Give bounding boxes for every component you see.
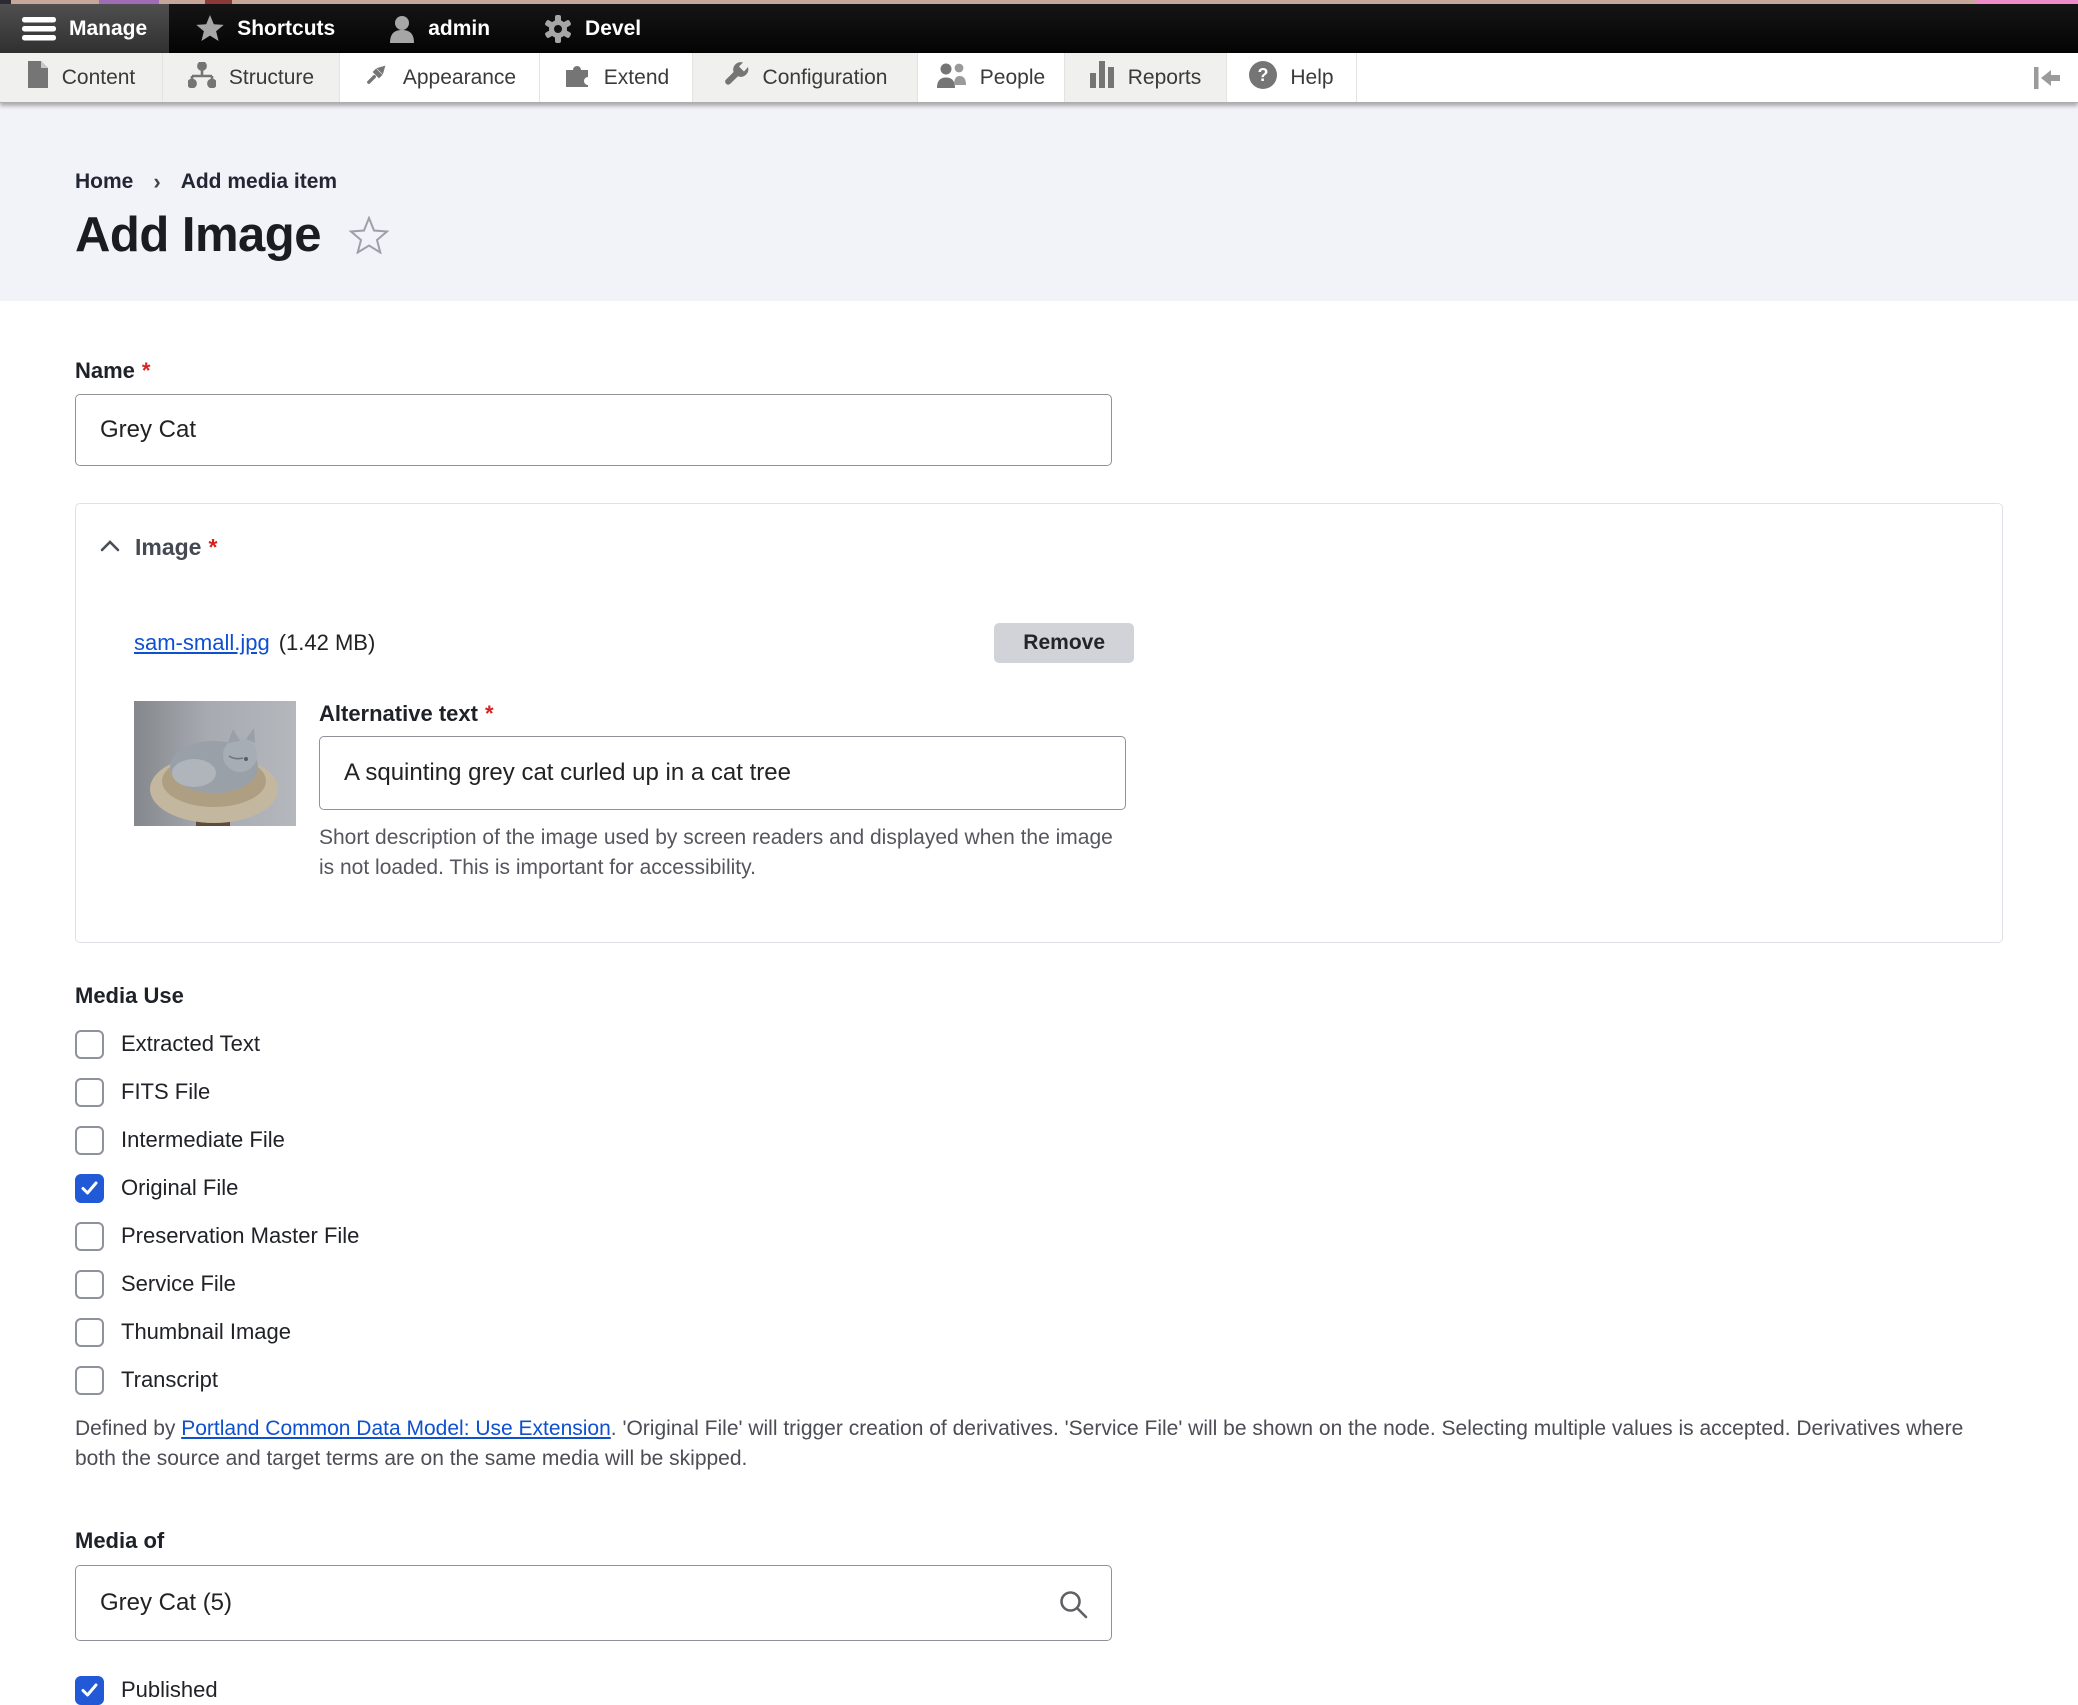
media-of-section: Media of — [75, 1528, 2003, 1641]
star-outline-icon[interactable] — [348, 216, 389, 254]
media-use-section: Media Use Extracted Text FITS File Inter… — [75, 983, 2003, 1474]
menu-tab-label: Appearance — [402, 65, 517, 89]
checkbox-label: Original File — [121, 1175, 239, 1201]
toolbar-item-label: Manage — [69, 16, 148, 40]
media-use-option-service-file[interactable]: Service File — [75, 1269, 2003, 1299]
checkbox[interactable] — [75, 1029, 104, 1059]
gear-icon — [544, 14, 572, 43]
media-thumbnail — [134, 701, 296, 826]
bar-chart-icon — [1089, 61, 1115, 94]
alt-text-input[interactable] — [319, 736, 1126, 810]
menu-tab-label: Extend — [603, 65, 670, 89]
checkbox[interactable] — [75, 1125, 104, 1155]
checkbox-label: Thumbnail Image — [121, 1319, 291, 1345]
description-text: Defined by — [75, 1416, 182, 1440]
menu-tab-label: Structure — [228, 65, 315, 89]
help-icon: ? — [1249, 60, 1278, 95]
checkbox[interactable] — [75, 1317, 104, 1347]
breadcrumb-current: Add media item — [180, 170, 338, 193]
menu-tab-label: Help — [1290, 65, 1334, 89]
checkbox[interactable] — [75, 1269, 104, 1299]
name-label: Name — [75, 358, 150, 384]
checkbox[interactable] — [75, 1675, 104, 1705]
uploaded-file-size: (1.42 MB) — [278, 630, 376, 655]
checkbox[interactable] — [75, 1365, 104, 1395]
toolbar-item-manage[interactable]: Manage — [0, 4, 170, 53]
name-input[interactable] — [75, 394, 1112, 466]
published-field[interactable]: Published — [75, 1675, 2003, 1705]
breadcrumb-separator: › — [153, 169, 161, 194]
breadcrumb: Home › Add media item — [75, 169, 2078, 195]
media-use-option-original-file[interactable]: Original File — [75, 1173, 2003, 1203]
menu-bar-spacer — [1357, 53, 2016, 102]
toolbar-item-admin[interactable]: admin — [362, 4, 517, 53]
toolbar-item-label: Shortcuts — [237, 16, 336, 40]
checkbox-label: FITS File — [121, 1079, 211, 1105]
toolbar-item-label: Devel — [585, 16, 642, 40]
remove-button[interactable]: Remove — [994, 623, 1134, 663]
image-fieldset-legend: Image — [135, 534, 217, 561]
sitemap-icon — [186, 60, 217, 94]
user-icon — [389, 15, 415, 43]
checkbox-label: Service File — [121, 1271, 236, 1297]
image-fieldset: Image sam-small.jpg (1.42 MB) Remove — [75, 503, 2003, 943]
admin-toolbar: Manage Shortcuts admin Devel — [0, 4, 2078, 53]
alt-text-description: Short description of the image used by s… — [319, 826, 1113, 880]
checkbox-label: Extracted Text — [121, 1031, 260, 1057]
menu-tab-label: Content — [61, 65, 136, 89]
image-fieldset-toggle[interactable]: Image — [100, 534, 217, 561]
media-add-form: Name Image sam-small.jpg (1.42 MB) Remov… — [0, 301, 2078, 1705]
media-use-description: Defined by Portland Common Data Model: U… — [75, 1414, 1987, 1474]
media-use-option-transcript[interactable]: Transcript — [75, 1365, 2003, 1395]
menu-tab-label: People — [979, 65, 1046, 89]
checkbox[interactable] — [75, 1077, 104, 1107]
hamburger-icon — [22, 16, 56, 42]
toolbar-item-label: admin — [428, 16, 491, 40]
media-use-option-fits-file[interactable]: FITS File — [75, 1077, 2003, 1107]
media-use-option-intermediate-file[interactable]: Intermediate File — [75, 1125, 2003, 1155]
menu-tab-structure[interactable]: Structure — [163, 53, 340, 102]
star-icon — [196, 15, 224, 42]
svg-text:?: ? — [1258, 65, 1269, 85]
menu-tab-label: Reports — [1127, 65, 1202, 89]
toolbar-collapse-icon[interactable] — [2016, 53, 2078, 102]
published-label: Published — [121, 1677, 218, 1703]
media-of-label: Media of — [75, 1527, 165, 1553]
checkbox[interactable] — [75, 1221, 104, 1251]
document-icon — [27, 61, 49, 94]
media-of-input[interactable] — [75, 1564, 1112, 1641]
breadcrumb-home-link[interactable]: Home — [75, 170, 133, 194]
alt-text-label: Alternative text — [319, 701, 494, 727]
people-icon — [936, 61, 967, 94]
admin-menu-bar: Content Structure Appearance Extend Conf… — [0, 53, 2078, 103]
search-icon — [1058, 1589, 1088, 1624]
menu-tab-configuration[interactable]: Configuration — [693, 53, 918, 102]
menu-tab-content[interactable]: Content — [0, 53, 163, 102]
menu-tab-label: Configuration — [762, 65, 888, 89]
page-header: Home › Add media item Add Image — [0, 103, 2078, 301]
menu-tab-reports[interactable]: Reports — [1065, 53, 1227, 102]
media-use-label: Media Use — [75, 982, 184, 1008]
menu-tab-appearance[interactable]: Appearance — [340, 53, 540, 102]
page-title: Add Image — [75, 208, 321, 262]
toolbar-item-shortcuts[interactable]: Shortcuts — [169, 4, 362, 53]
menu-tab-help[interactable]: ? Help — [1227, 53, 1357, 102]
chevron-up-icon — [100, 539, 120, 557]
toolbar-item-devel[interactable]: Devel — [517, 4, 668, 53]
media-use-option-preservation-master-file[interactable]: Preservation Master File — [75, 1221, 2003, 1251]
puzzle-icon — [563, 61, 591, 94]
media-use-option-extracted-text[interactable]: Extracted Text — [75, 1029, 2003, 1059]
media-use-option-thumbnail-image[interactable]: Thumbnail Image — [75, 1317, 2003, 1347]
brush-icon — [363, 61, 390, 94]
menu-tab-people[interactable]: People — [918, 53, 1065, 102]
pcdm-use-extension-link[interactable]: Portland Common Data Model: Use Extensio… — [181, 1417, 611, 1440]
checkbox-label: Transcript — [121, 1367, 218, 1393]
checkbox-label: Intermediate File — [121, 1127, 285, 1153]
uploaded-file-link[interactable]: sam-small.jpg — [134, 630, 270, 656]
wrench-icon — [723, 61, 750, 94]
menu-tab-extend[interactable]: Extend — [540, 53, 693, 102]
checkbox-label: Preservation Master File — [121, 1223, 360, 1249]
checkbox[interactable] — [75, 1173, 104, 1203]
